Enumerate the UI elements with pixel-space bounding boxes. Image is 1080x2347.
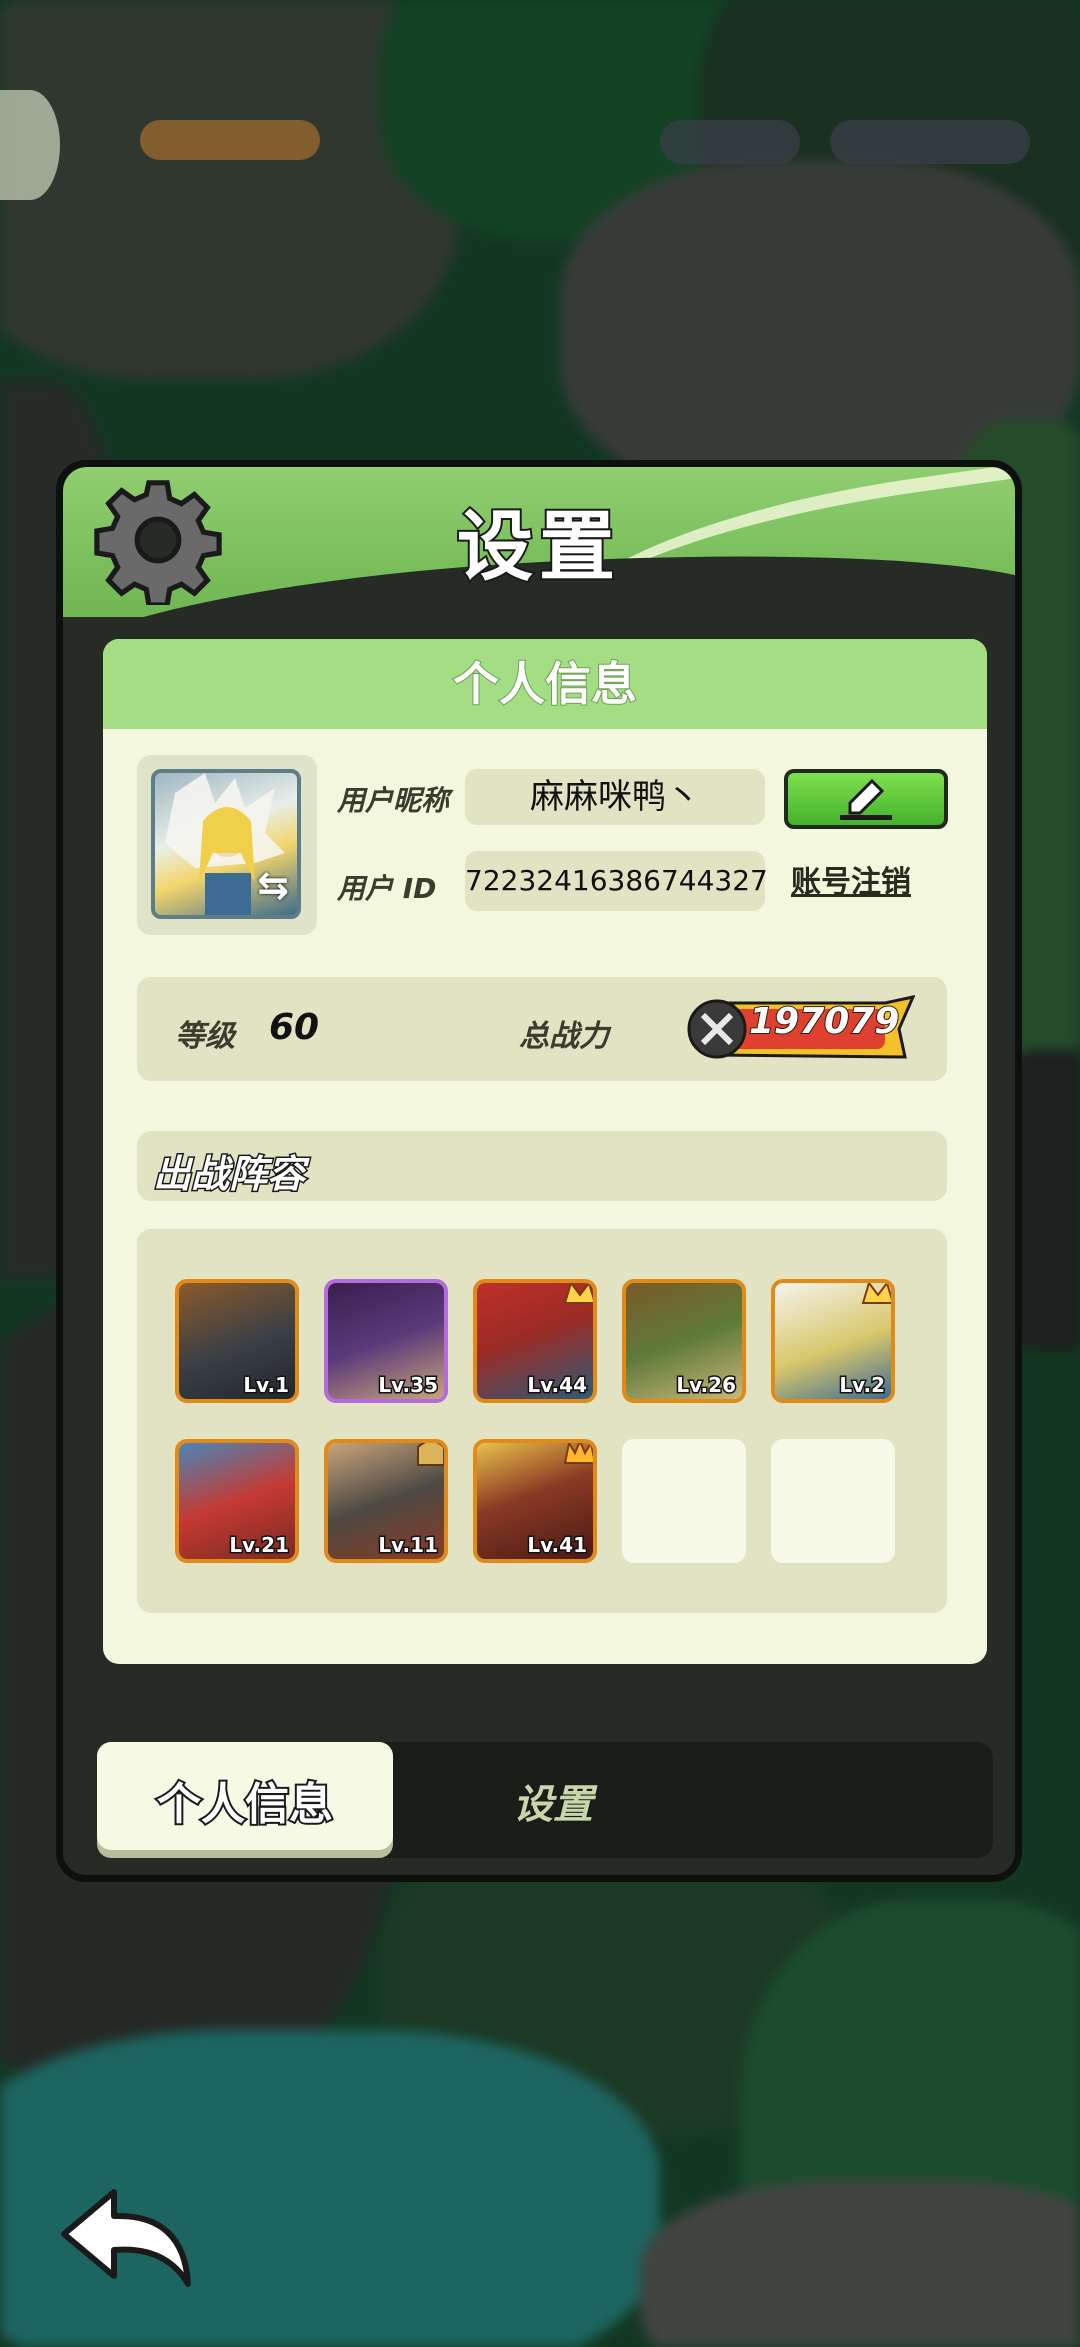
team-title: 出战阵容 xyxy=(151,1151,306,1198)
dialog-header: 设置 xyxy=(63,467,1015,617)
tab-settings[interactable]: 设置 xyxy=(393,1742,993,1850)
cancel-account-link[interactable]: 账号注销 xyxy=(791,857,911,901)
empty-slot[interactable] xyxy=(622,1439,746,1563)
level-label: 等级 xyxy=(175,1019,235,1054)
stats-bar: 等级 60 总战力 197079 xyxy=(137,977,947,1081)
settings-dialog: 设置 个人信息 ⇆ 用户昵称 麻麻咪鸭丶 用户 ID 7223241638674… xyxy=(56,460,1022,1882)
crown-icon xyxy=(563,1443,593,1464)
hero-slot-7[interactable]: Lv.11 xyxy=(324,1439,448,1563)
advance-icon xyxy=(861,1283,891,1304)
dialog-title: 设置 xyxy=(455,500,621,593)
hero-level: Lv.1 xyxy=(242,1372,291,1399)
avatar[interactable]: ⇆ xyxy=(151,769,301,919)
hero-level: Lv.26 xyxy=(675,1372,738,1399)
hero-slot-5[interactable]: Lv.2 xyxy=(771,1279,895,1403)
tab-settings-label: 设置 xyxy=(512,1781,594,1829)
hero-slot-1[interactable]: Lv.1 xyxy=(175,1279,299,1403)
hero-slot-2[interactable]: Lv.35 xyxy=(324,1279,448,1403)
hero-level: Lv.35 xyxy=(377,1372,440,1399)
hero-slot-8[interactable]: Lv.41 xyxy=(473,1439,597,1563)
back-arrow-icon[interactable] xyxy=(56,2184,196,2294)
advance-icon xyxy=(417,1443,444,1466)
power-badge: 197079 xyxy=(685,993,916,1063)
team-header: 出战阵容 xyxy=(137,1131,947,1201)
tab-profile[interactable]: 个人信息 xyxy=(97,1742,393,1850)
user-id-label: 用户 ID xyxy=(337,872,437,905)
hero-slot-4[interactable]: Lv.26 xyxy=(622,1279,746,1403)
user-id-field[interactable]: 72232416386744327 xyxy=(465,851,768,911)
power-value: 197079 xyxy=(748,1000,900,1043)
swap-icon: ⇆ xyxy=(257,863,289,907)
hud-gem-counter xyxy=(660,120,800,164)
hud-avatar xyxy=(0,90,60,200)
hero-slot-3[interactable]: Lv.44 xyxy=(473,1279,597,1403)
team-lineup: Lv.1 Lv.35 Lv.44 Lv.26 Lv.2 Lv.21 Lv.11 … xyxy=(137,1229,947,1613)
avatar-frame[interactable]: ⇆ xyxy=(137,755,317,935)
profile-panel: 个人信息 ⇆ 用户昵称 麻麻咪鸭丶 用户 ID 7223241638674432… xyxy=(103,639,987,1664)
advance-icon xyxy=(563,1283,593,1304)
user-id-value: 72232416386744327 xyxy=(465,864,768,897)
nickname-field: 麻麻咪鸭丶 xyxy=(465,769,765,825)
hud-coin-counter xyxy=(830,120,1030,164)
hero-level: Lv.41 xyxy=(526,1532,589,1559)
hud-name-bar xyxy=(140,120,320,160)
hero-level: Lv.2 xyxy=(838,1372,887,1399)
hero-level: Lv.21 xyxy=(228,1532,291,1559)
nickname-value: 麻麻咪鸭丶 xyxy=(530,777,700,817)
hero-level: Lv.11 xyxy=(377,1532,440,1559)
hero-level: Lv.44 xyxy=(526,1372,589,1399)
power-label: 总战力 xyxy=(519,1019,609,1054)
tab-profile-label: 个人信息 xyxy=(155,1777,335,1832)
hero-slot-6[interactable]: Lv.21 xyxy=(175,1439,299,1563)
tab-bar: 个人信息 设置 xyxy=(97,1742,993,1858)
section-title: 个人信息 xyxy=(103,639,987,729)
pencil-icon xyxy=(840,778,892,820)
empty-slot[interactable] xyxy=(771,1439,895,1563)
nickname-label: 用户昵称 xyxy=(337,784,450,817)
edit-nickname-button[interactable] xyxy=(784,769,948,829)
level-value: 60 xyxy=(269,1007,320,1048)
